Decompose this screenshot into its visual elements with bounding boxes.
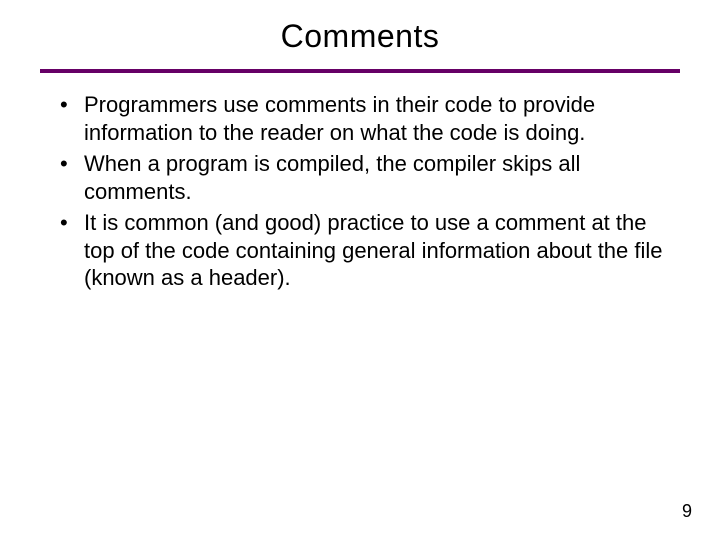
- title-divider: [40, 69, 680, 73]
- list-item: Programmers use comments in their code t…: [60, 91, 672, 146]
- slide-title: Comments: [40, 18, 680, 55]
- list-item: When a program is compiled, the compiler…: [60, 150, 672, 205]
- page-number: 9: [682, 501, 692, 522]
- list-item: It is common (and good) practice to use …: [60, 209, 672, 292]
- slide: Comments Programmers use comments in the…: [0, 0, 720, 540]
- bullet-list: Programmers use comments in their code t…: [40, 91, 680, 292]
